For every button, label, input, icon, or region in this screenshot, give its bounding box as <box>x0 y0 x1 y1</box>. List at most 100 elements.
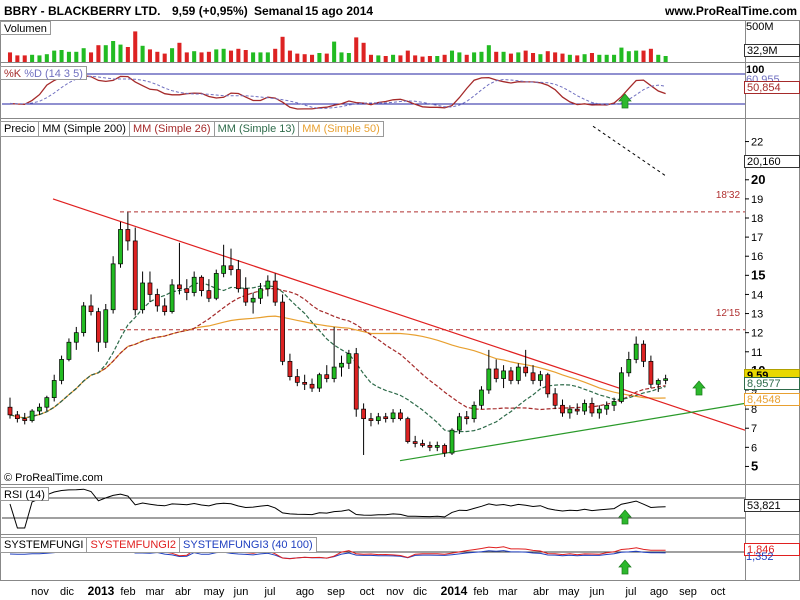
volume-bar <box>170 48 175 62</box>
candle-body <box>442 445 448 454</box>
volume-bar <box>251 52 256 62</box>
volume-bar <box>133 31 138 62</box>
x-axis-label: nov <box>31 586 49 598</box>
candle-body <box>626 359 632 374</box>
sys-label-2: SYSTEMFUNGI2 <box>87 538 181 552</box>
x-axis-label: may <box>559 586 580 598</box>
candle-body <box>508 370 514 381</box>
candle-body <box>302 382 308 385</box>
stoch-k-label: %K <box>4 68 22 80</box>
x-axis-label: sep <box>679 586 697 598</box>
volume-bar <box>479 51 484 62</box>
candle-body <box>641 343 646 362</box>
candle-body <box>258 288 263 299</box>
volume-bar <box>280 36 285 62</box>
candle-body <box>486 368 492 391</box>
candle-body <box>199 276 204 291</box>
volume-bar <box>346 53 351 62</box>
volume-bar <box>118 44 123 62</box>
candle-body <box>221 265 227 274</box>
volume-bar <box>243 50 248 62</box>
volume-bar <box>582 54 587 62</box>
ma13-line <box>9 281 666 433</box>
price-tick-label: 12 <box>751 328 763 340</box>
price-tick-label: 17 <box>751 232 763 244</box>
candle-body <box>44 397 50 408</box>
volume-bar <box>354 37 359 62</box>
volume-bar <box>567 54 572 62</box>
volume-bar <box>376 55 381 62</box>
volume-bar <box>81 48 86 62</box>
x-axis-label: jul <box>624 586 636 598</box>
candle-body <box>346 353 352 364</box>
volume-bar <box>435 56 440 62</box>
volume-bar <box>302 54 307 62</box>
candle-body <box>538 374 543 381</box>
volume-bar <box>96 45 101 62</box>
volume-bar <box>89 52 94 62</box>
downtrend-line <box>52 198 746 431</box>
candle-body <box>552 393 558 406</box>
volume-bar <box>74 51 79 62</box>
candle-body <box>29 410 35 421</box>
rsi-value-tag: 53,821 <box>744 499 800 512</box>
volume-bar <box>472 52 477 62</box>
volume-bar <box>184 52 189 62</box>
volume-bar <box>597 54 602 62</box>
volume-bar <box>501 51 506 62</box>
price-legend-item-1: MM (Simple 200) <box>39 122 130 136</box>
price-legend-item-4: MM (Simple 50) <box>302 123 380 135</box>
x-axis-label: oct <box>711 586 726 598</box>
candle-body <box>88 305 94 312</box>
stoch-legend: %K %D (14 3 5) <box>0 66 87 80</box>
candle-body <box>213 273 219 299</box>
candle-body <box>96 311 101 343</box>
volume-bar <box>66 51 71 62</box>
panel-frame-stoch <box>0 62 800 119</box>
volume-bar <box>332 41 337 62</box>
price-tick-label: 7 <box>751 423 757 435</box>
candle-body <box>140 282 145 311</box>
candle-body <box>368 418 374 421</box>
candle-body <box>545 374 551 395</box>
candle-body <box>479 389 484 406</box>
candle-body <box>493 368 499 379</box>
volume-bar <box>457 52 462 62</box>
candle-body <box>339 362 344 368</box>
rsi-buy-arrow-icon <box>618 509 632 525</box>
volume-bar <box>125 47 130 62</box>
candle-body <box>449 429 455 454</box>
price-legend-item-0: Precio <box>1 122 40 136</box>
sys-label-1: SYSTEMFUNGI <box>1 538 88 552</box>
volume-legend: Volumen <box>0 21 51 35</box>
volume-bar <box>383 56 388 62</box>
candle-body <box>464 416 470 420</box>
volume-bar <box>111 41 116 62</box>
candle-body <box>604 404 610 410</box>
candle-body <box>66 341 72 360</box>
candle-body <box>405 418 411 442</box>
candle-body <box>287 360 293 377</box>
volume-bar <box>641 50 646 62</box>
sys-legend: SYSTEMFUNGI SYSTEMFUNGI2 SYSTEMFUNGI3 (4… <box>0 537 317 553</box>
x-axis-label: feb <box>120 586 135 598</box>
candle-body <box>456 416 462 431</box>
x-axis-label: oct <box>360 586 375 598</box>
x-axis-label: jun <box>233 586 249 598</box>
volume-bar <box>37 55 42 62</box>
price-tick-label: 15 <box>751 267 765 282</box>
volume-bar <box>391 54 396 62</box>
candle-body <box>22 418 28 421</box>
price-tick-label: 16 <box>751 251 763 263</box>
volume-bar <box>15 55 20 62</box>
volume-bar <box>287 50 292 62</box>
volume-bar <box>103 45 108 62</box>
candle-body <box>596 408 602 414</box>
rsi-legend: RSI (14) <box>0 487 49 501</box>
candle-body <box>361 408 366 420</box>
volume-bar <box>192 51 197 62</box>
candle-body <box>353 353 359 410</box>
candle-body <box>81 305 87 334</box>
x-axis-label: nov <box>386 586 404 598</box>
volume-bar <box>361 42 366 62</box>
